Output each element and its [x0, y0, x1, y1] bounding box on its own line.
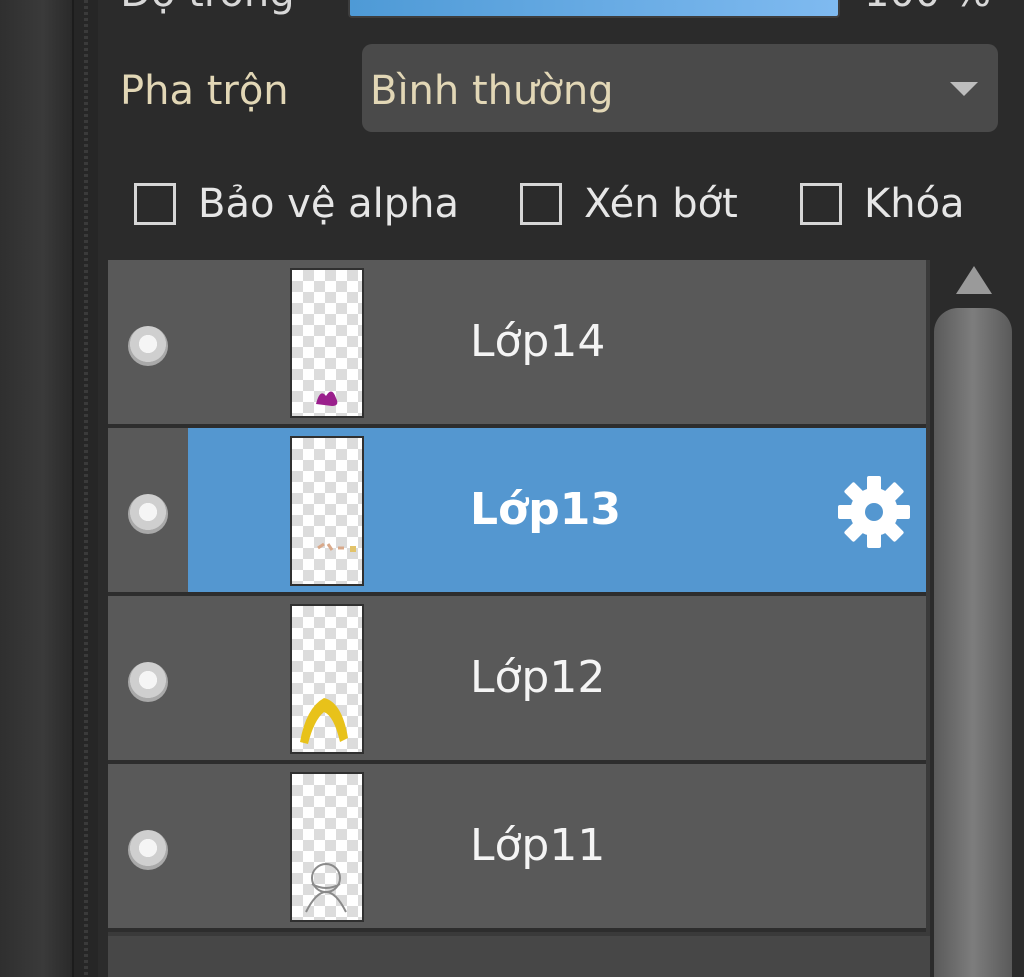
- layer-thumbnail: [290, 772, 364, 922]
- checkbox-box[interactable]: [134, 183, 176, 225]
- layer-name: Lớp14: [470, 316, 606, 367]
- clip-label: Xén bớt: [584, 181, 738, 227]
- layer-name: Lớp11: [470, 820, 606, 871]
- layer-thumbnail: [290, 268, 364, 418]
- layer-row[interactable]: Lớp11: [108, 764, 926, 932]
- layer-list-empty-area: [108, 936, 930, 977]
- layer-thumbnail: [290, 604, 364, 754]
- lock-checkbox[interactable]: Khóa: [800, 172, 965, 236]
- gear-icon[interactable]: [834, 472, 914, 552]
- protect-alpha-checkbox[interactable]: Bảo vệ alpha: [134, 172, 459, 236]
- visibility-toggle[interactable]: [128, 830, 168, 870]
- checkbox-box[interactable]: [800, 183, 842, 225]
- layer-thumbnail: [290, 436, 364, 586]
- layer-name: Lớp13: [470, 484, 621, 535]
- layer-row[interactable]: Lớp14: [108, 260, 926, 428]
- layers-panel: Độ trong 100 % Pha trộn Bình thường Bảo …: [98, 0, 1024, 977]
- canvas-edge: [0, 0, 72, 977]
- scroll-thumb[interactable]: [934, 308, 1012, 977]
- blend-mode-value: Bình thường: [370, 68, 614, 114]
- protect-alpha-label: Bảo vệ alpha: [198, 181, 460, 227]
- opacity-label: Độ trong: [120, 0, 295, 16]
- visibility-toggle[interactable]: [128, 326, 168, 366]
- layer-list-scrollbar[interactable]: [934, 260, 1018, 977]
- lock-label: Khóa: [864, 181, 965, 227]
- layer-list: Lớp14 Lớp13 Lớp12 Lớp11: [108, 260, 930, 977]
- layer-name: Lớp12: [470, 652, 606, 703]
- panel-splitter-handle[interactable]: [72, 0, 100, 977]
- blend-mode-label: Pha trộn: [120, 68, 289, 114]
- opacity-value: 100 %: [864, 0, 991, 16]
- clip-checkbox[interactable]: Xén bớt: [520, 172, 738, 236]
- chevron-down-icon: [950, 82, 978, 96]
- checkbox-box[interactable]: [520, 183, 562, 225]
- layer-options-row: Bảo vệ alpha Xén bớt Khóa: [98, 172, 1024, 236]
- layer-row[interactable]: Lớp12: [108, 596, 926, 764]
- visibility-toggle[interactable]: [128, 662, 168, 702]
- visibility-toggle[interactable]: [128, 494, 168, 534]
- opacity-row: Độ trong 100 %: [98, 0, 1024, 20]
- scroll-up-arrow-icon[interactable]: [956, 266, 992, 294]
- blend-mode-dropdown[interactable]: Bình thường: [362, 44, 998, 132]
- layer-row-selected[interactable]: Lớp13: [108, 428, 926, 596]
- opacity-slider[interactable]: [348, 0, 840, 18]
